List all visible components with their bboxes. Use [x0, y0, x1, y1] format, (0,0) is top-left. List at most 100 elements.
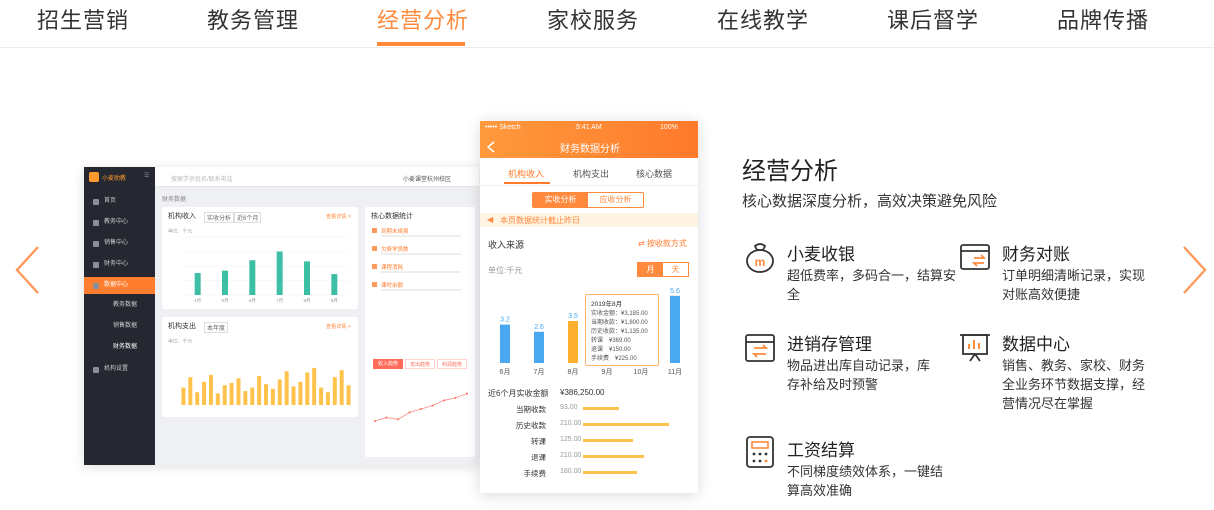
expense-bar: [284, 371, 289, 405]
stats-item-label: 欠费学员数: [381, 247, 409, 253]
phone-income-bar[interactable]: [670, 295, 680, 363]
expense-bar: [270, 388, 275, 405]
x-tick-label: 5月: [221, 298, 228, 304]
breakdown-name: 历史收款: [516, 421, 546, 430]
dashboard-sidebar: 小麦助教 ☰ 首页 教务中心 销售中心 财务中心 数据中心 教务数据 销售数据 财务数据 机构设…: [84, 167, 155, 465]
x-tick-label: 6月: [249, 298, 256, 304]
status-time: 9:41 AM: [576, 124, 602, 131]
tooltip-line: 转课 ¥369.00: [591, 338, 631, 344]
expense-bar: [222, 385, 227, 405]
expense-bar: [298, 381, 303, 405]
phone-income-bar[interactable]: [500, 324, 510, 363]
tab-after-class-supervision[interactable]: 课后督学: [887, 3, 979, 35]
x-tick-label: 9月: [331, 298, 338, 304]
expense-bar: [188, 377, 193, 405]
expense-bar: [208, 374, 213, 405]
trend-line: [374, 393, 468, 422]
income-card: 机构收入 实收分析 近6个月 查看详情 > 单位：千元 4月 5月 6月 7月 8月 9月: [162, 207, 358, 309]
building-icon: [93, 367, 99, 373]
stats-card: 核心数据统计 到期未续费 欠费学员数 课程消耗 课时余额 收入趋势 支出趋势 利润趋势: [365, 207, 475, 457]
x-tick-label: 8月: [568, 368, 579, 376]
svg-text:m: m: [755, 255, 766, 269]
expense-bar: [236, 378, 241, 405]
expense-bar: [181, 387, 186, 405]
expense-bar: [312, 367, 317, 405]
status-carrier: ••••• Sketch: [485, 124, 521, 131]
x-tick-label: 4月: [194, 298, 201, 304]
tab-online-teaching[interactable]: 在线教学: [717, 3, 809, 35]
calculator-icon: [746, 436, 774, 468]
trend-point: [385, 416, 388, 419]
carousel-next-button[interactable]: [1182, 245, 1208, 295]
section-title: 经营分析: [742, 158, 838, 185]
expense-bar: [339, 370, 344, 405]
stats-item-label: 课时余额: [381, 283, 404, 289]
period-month[interactable]: 月: [638, 263, 663, 276]
status-battery: 100%: [660, 124, 678, 131]
feature-reconcile-title: 财务对账: [1002, 245, 1070, 264]
seg-receivable[interactable]: 应收分析: [588, 193, 643, 207]
expense-bar: [325, 392, 330, 405]
income-source-label: 收入来源: [488, 240, 525, 250]
total-value: ¥386,250.00: [560, 388, 605, 397]
expense-bar: [332, 377, 337, 405]
phone-tab-core[interactable]: 核心数据: [636, 167, 672, 180]
x-tick-label: 10月: [634, 368, 649, 376]
breakdown-value: 180.00: [560, 468, 582, 475]
sidebar-sub-item[interactable]: 财务数据: [84, 340, 155, 355]
sidebar-sub-item[interactable]: 教务数据: [84, 298, 155, 313]
feature-data-center-title: 数据中心: [1002, 335, 1070, 354]
stats-item-label: 到期未续费: [381, 229, 409, 235]
notice-bar: ◀ 本页数据统计截止昨日: [480, 213, 698, 227]
phone-income-bar[interactable]: [534, 331, 544, 363]
carousel-prev-button[interactable]: [14, 245, 40, 295]
stats-trend-tab[interactable]: 收入趋势: [373, 359, 403, 369]
tab-business-analysis[interactable]: 经营分析: [377, 3, 469, 35]
stats-trend-tab[interactable]: 支出趋势: [405, 359, 435, 369]
phone-header: ••••• Sketch 9:41 AM 100% 财务数据分析: [480, 121, 698, 158]
breakdown-bar: [583, 439, 633, 442]
section-subtitle: 核心数据深度分析，高效决策避免风险: [742, 193, 998, 210]
stats-trend-tab[interactable]: 利润趋势: [437, 359, 467, 369]
chevron-right-icon: [1183, 246, 1207, 294]
tooltip-line: 手续费 ¥225.00: [591, 356, 637, 362]
breakdown-name: 手续费: [523, 469, 547, 478]
sort-method-button[interactable]: ⇄ 按收款方式: [638, 238, 687, 249]
dashboard-search-input[interactable]: 搜索学员姓名/联系电话: [171, 174, 233, 183]
phone-income-bar[interactable]: [568, 321, 578, 363]
expense-bar: [257, 376, 262, 405]
expense-bar-chart: [181, 367, 351, 405]
tab-academic-management[interactable]: 教务管理: [207, 3, 299, 35]
chart-icon: [93, 283, 99, 289]
tooltip-line: 当期收款：¥1,800.00: [591, 320, 648, 326]
tab-brand-communication[interactable]: 品牌传播: [1057, 3, 1149, 35]
notice-text: 本页数据统计截止昨日: [500, 216, 580, 225]
menu-toggle-icon[interactable]: ☰: [144, 172, 149, 179]
breakdown-bar: [583, 455, 644, 458]
phone-tab-income[interactable]: 机构收入: [508, 167, 544, 180]
breakdown-bar: [583, 423, 669, 426]
analysis-segmented-control: 实收分析 应收分析: [532, 192, 644, 208]
dashboard-topbar: 搜索学员姓名/联系电话 小麦课堂杭州校区: [155, 167, 479, 187]
tag-icon: [93, 241, 99, 247]
phone-unit: 单位:千元: [488, 266, 523, 275]
feature-reconcile-desc: 订单明细清晰记录，实现对账高效便捷: [1002, 268, 1146, 302]
tab-home-school-service[interactable]: 家校服务: [547, 3, 639, 35]
phone-preview: ••••• Sketch 9:41 AM 100% 财务数据分析 机构收入 机构…: [480, 121, 698, 493]
feature-payroll-desc: 不同梯度绩效体系，一键结算高效准确: [787, 464, 944, 498]
phone-tab-expense[interactable]: 机构支出: [573, 167, 609, 180]
trend-point: [397, 418, 399, 421]
income-bar: [304, 261, 310, 295]
tab-recruit-marketing[interactable]: 招生营销: [37, 3, 129, 35]
breakdown-value: 93.00: [560, 404, 578, 411]
back-chevron-icon[interactable]: [486, 141, 496, 153]
campus-selector[interactable]: 小麦课堂杭州校区: [403, 174, 451, 183]
cashier-bag-icon: m: [746, 243, 774, 273]
trend-point: [420, 408, 422, 410]
x-tick-label: 8月: [303, 298, 310, 304]
x-tick-label: 9月: [602, 368, 613, 376]
sidebar-sub-item[interactable]: 销售数据: [84, 319, 155, 334]
expense-bar: [215, 393, 220, 405]
seg-received[interactable]: 实收分析: [533, 193, 588, 207]
period-day[interactable]: 天: [663, 263, 688, 276]
